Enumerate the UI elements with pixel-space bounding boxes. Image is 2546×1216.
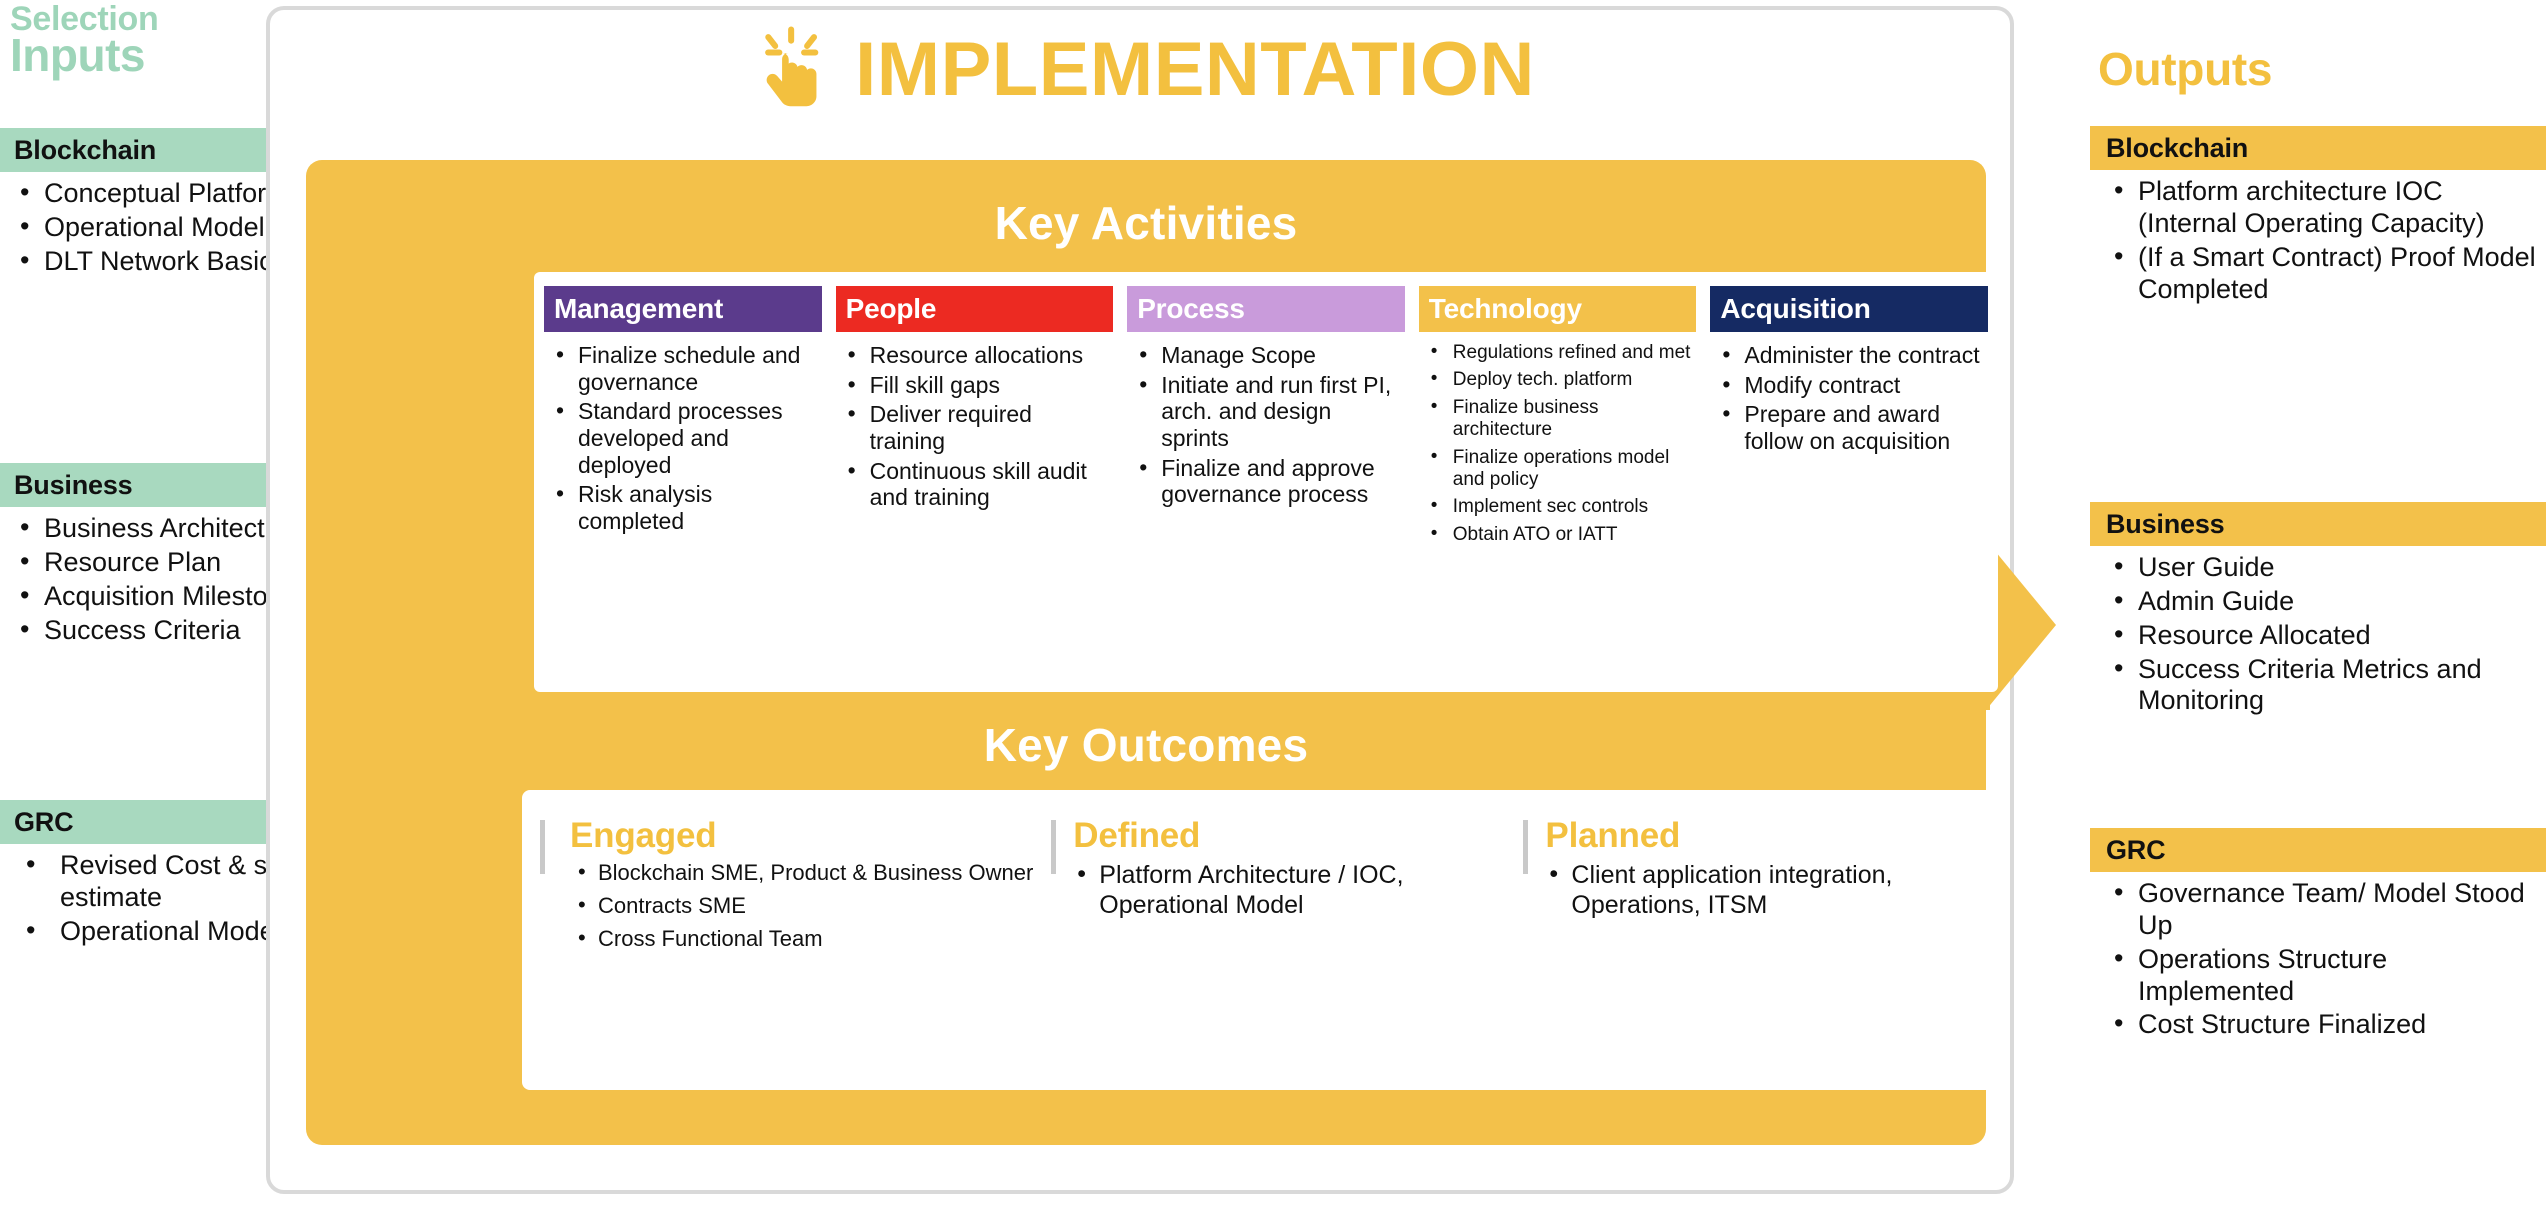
outputs-title: Outputs bbox=[2098, 43, 2273, 95]
list-item: Risk analysis completed bbox=[550, 480, 818, 534]
list-item: Platform architecture IOC (Internal Oper… bbox=[2112, 175, 2546, 240]
activity-list-acquisition: Administer the contract Modify contract … bbox=[1710, 341, 1988, 458]
list-item: Administer the contract bbox=[1716, 341, 1984, 369]
outcome-list-engaged: Blockchain SME, Product & Business Owner… bbox=[562, 859, 1051, 953]
list-item: Platform Architecture / IOC, Operational… bbox=[1073, 859, 1523, 920]
list-item: User Guide bbox=[2112, 551, 2546, 584]
list-item: (If a Smart Contract) Proof Model Comple… bbox=[2112, 241, 2546, 306]
output-group-grc-list: Governance Team/ Model Stood Up Operatio… bbox=[2090, 872, 2546, 1041]
input-group-business-label: Business bbox=[14, 469, 133, 500]
activity-header-acquisition: Acquisition bbox=[1710, 286, 1988, 332]
list-item: Governance Team/ Model Stood Up bbox=[2112, 877, 2546, 942]
activity-header-process: Process bbox=[1127, 286, 1405, 332]
list-item: Client application integration, Operatio… bbox=[1545, 859, 1976, 920]
outcome-column-planned: Planned Client application integration, … bbox=[1523, 816, 1976, 1064]
input-group-grc-label: GRC bbox=[14, 806, 74, 837]
output-group-business-label: Business bbox=[2106, 508, 2225, 539]
outcome-title-planned: Planned bbox=[1545, 816, 1681, 855]
output-group-grc-header: GRC bbox=[2090, 828, 2546, 872]
diagram-canvas: Selection Inputs Blockchain Conceptual P… bbox=[0, 0, 2546, 1216]
activity-list-people: Resource allocations Fill skill gaps Del… bbox=[836, 341, 1114, 514]
outputs-column: Outputs Blockchain Platform architecture… bbox=[2090, 0, 2546, 1216]
output-group-business: Business User Guide Admin Guide Resource… bbox=[2090, 502, 2546, 719]
input-group-blockchain-label: Blockchain bbox=[14, 134, 157, 165]
list-item: Finalize and approve governance process bbox=[1133, 454, 1401, 508]
activity-header-acquisition-label: Acquisition bbox=[1720, 293, 1871, 324]
activity-header-process-label: Process bbox=[1137, 293, 1245, 324]
activity-column-management: Management Finalize schedule and governa… bbox=[544, 286, 822, 682]
tap-hand-icon bbox=[765, 26, 819, 107]
inputs-heading: Selection Inputs bbox=[10, 2, 159, 81]
list-item: Resource Allocated bbox=[2112, 619, 2546, 652]
list-item: Prepare and award follow on acquisition bbox=[1716, 400, 1984, 454]
list-item: Manage Scope bbox=[1133, 341, 1401, 369]
list-item: Contracts SME bbox=[574, 892, 1051, 920]
list-item: Implement sec controls bbox=[1425, 495, 1693, 518]
output-group-grc: GRC Governance Team/ Model Stood Up Oper… bbox=[2090, 828, 2546, 1043]
outcome-list-defined: Platform Architecture / IOC, Operational… bbox=[1073, 859, 1523, 920]
list-item: Operations Structure Implemented bbox=[2112, 943, 2546, 1008]
output-group-blockchain-label: Blockchain bbox=[2106, 132, 2249, 163]
list-item: Admin Guide bbox=[2112, 585, 2546, 618]
list-item: Obtain ATO or IATT bbox=[1425, 523, 1693, 546]
list-item: Resource allocations bbox=[842, 341, 1110, 369]
list-item: Blockchain SME, Product & Business Owner bbox=[574, 859, 1051, 887]
output-group-blockchain-header: Blockchain bbox=[2090, 126, 2546, 170]
activity-list-process: Manage Scope Initiate and run first PI, … bbox=[1127, 341, 1405, 511]
output-group-blockchain: Blockchain Platform architecture IOC (In… bbox=[2090, 126, 2546, 307]
list-item: Continuous skill audit and training bbox=[842, 457, 1110, 511]
main-title-row: IMPLEMENTATION bbox=[266, 14, 2014, 124]
output-group-business-header: Business bbox=[2090, 502, 2546, 546]
activity-column-acquisition: Acquisition Administer the contract Modi… bbox=[1710, 286, 1988, 682]
outcome-column-defined: Defined Platform Architecture / IOC, Ope… bbox=[1051, 816, 1523, 1064]
list-item: Modify contract bbox=[1716, 371, 1984, 399]
activity-header-management: Management bbox=[544, 286, 822, 332]
activity-header-technology-label: Technology bbox=[1428, 293, 1582, 324]
outcome-title-defined: Defined bbox=[1073, 816, 1201, 855]
list-item: Fill skill gaps bbox=[842, 371, 1110, 399]
list-item: Cross Functional Team bbox=[574, 925, 1051, 953]
activity-column-people: People Resource allocations Fill skill g… bbox=[835, 286, 1114, 682]
outcome-column-engaged: Engaged Blockchain SME, Product & Busine… bbox=[540, 816, 1051, 1064]
activity-list-technology: Regulations refined and met Deploy tech.… bbox=[1419, 341, 1697, 551]
activity-column-technology: Technology Regulations refined and met D… bbox=[1418, 286, 1697, 682]
key-outcomes-heading: Key Outcomes bbox=[983, 719, 1309, 771]
list-item: Deploy tech. platform bbox=[1425, 368, 1693, 391]
activity-column-process: Process Manage Scope Initiate and run fi… bbox=[1127, 286, 1405, 682]
output-group-blockchain-list: Platform architecture IOC (Internal Oper… bbox=[2090, 170, 2546, 305]
outcome-list-planned: Client application integration, Operatio… bbox=[1545, 859, 1976, 920]
activity-header-technology: Technology bbox=[1418, 286, 1697, 332]
inputs-title: Inputs bbox=[10, 29, 145, 81]
list-item: Finalize schedule and governance bbox=[550, 341, 818, 395]
activity-header-management-label: Management bbox=[554, 293, 724, 324]
output-group-grc-label: GRC bbox=[2106, 834, 2166, 865]
list-item: Regulations refined and met bbox=[1425, 341, 1693, 364]
outcome-title-engaged: Engaged bbox=[570, 816, 717, 855]
list-item: Initiate and run first PI, arch. and des… bbox=[1133, 371, 1401, 452]
list-item: Deliver required training bbox=[842, 400, 1110, 454]
page-title: IMPLEMENTATION bbox=[855, 26, 1535, 112]
activity-list-management: Finalize schedule and governance Standar… bbox=[544, 341, 822, 538]
list-item: Cost Structure Finalized bbox=[2112, 1008, 2546, 1041]
key-outcomes-card: Engaged Blockchain SME, Product & Busine… bbox=[522, 790, 1994, 1090]
list-item: Standard processes developed and deploye… bbox=[550, 397, 818, 478]
list-item: Finalize business architecture bbox=[1425, 396, 1693, 442]
key-activities-card: Management Finalize schedule and governa… bbox=[534, 272, 1998, 692]
list-item: Finalize operations model and policy bbox=[1425, 446, 1693, 492]
activity-header-people-label: People bbox=[845, 293, 937, 324]
key-activities-heading: Key Activities bbox=[994, 197, 1298, 249]
activity-header-people: People bbox=[835, 286, 1114, 332]
list-item: Success Criteria Metrics and Monitoring bbox=[2112, 653, 2546, 718]
output-group-business-list: User Guide Admin Guide Resource Allocate… bbox=[2090, 546, 2546, 717]
